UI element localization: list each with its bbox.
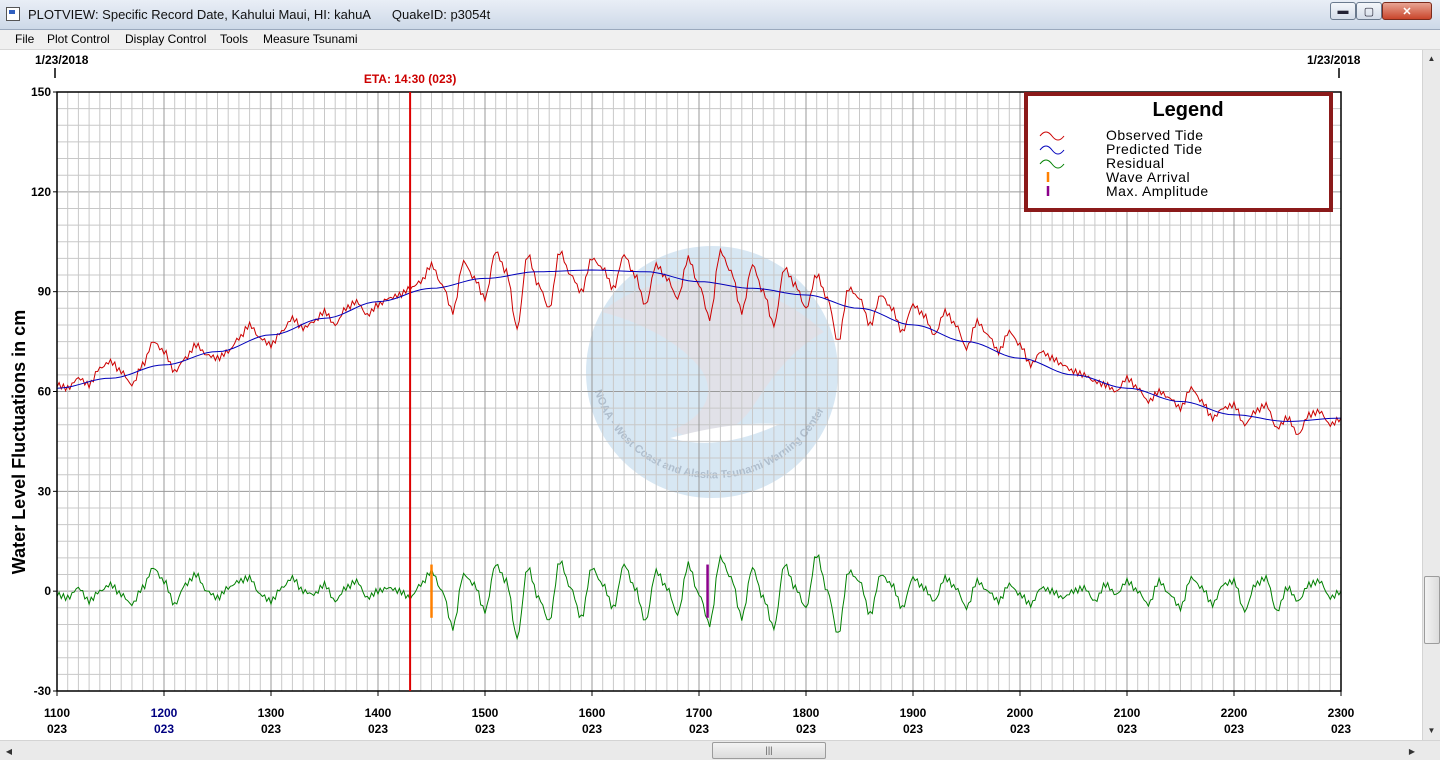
y-tick-label: 150 — [31, 85, 51, 99]
maximize-button[interactable]: ▢ — [1356, 2, 1382, 20]
menu-tools[interactable]: Tools — [220, 32, 248, 46]
x-tick-day: 023 — [154, 722, 174, 736]
x-tick-day: 023 — [475, 722, 495, 736]
y-axis-label: Water Level Fluctuations in cm — [9, 310, 29, 574]
x-tick-day: 023 — [689, 722, 709, 736]
window-titlebar: PLOTVIEW: Specific Record Date, Kahului … — [0, 0, 1440, 30]
menu-plot-control[interactable]: Plot Control — [47, 32, 110, 46]
x-tick-time: 1400 — [365, 706, 392, 720]
y-tick-label: 90 — [38, 285, 52, 299]
x-tick-day: 023 — [1331, 722, 1351, 736]
tide-chart[interactable]: NOAA - West Coast and Alaska Tsunami War… — [0, 50, 1422, 740]
menu-bar: File Plot Control Display Control Tools … — [0, 30, 1440, 50]
legend: Legend Observed TidePredicted TideResidu… — [1024, 92, 1333, 212]
x-tick-time: 2000 — [1007, 706, 1034, 720]
menu-display-control[interactable]: Display Control — [125, 32, 206, 46]
minimize-icon: ▬ — [1337, 5, 1349, 17]
x-tick-day: 023 — [1010, 722, 1030, 736]
legend-title: Legend — [1152, 99, 1223, 121]
scroll-up-icon[interactable]: ▲ — [1423, 50, 1440, 66]
window-title: PLOTVIEW: Specific Record Date, Kahului … — [28, 7, 491, 22]
maximize-icon: ▢ — [1363, 5, 1375, 18]
menu-file[interactable]: File — [15, 32, 34, 46]
x-tick-time: 1100 — [44, 706, 70, 720]
x-tick-day: 023 — [47, 722, 67, 736]
x-tick-day: 023 — [582, 722, 602, 736]
vertical-scrollbar[interactable]: ▲ ▼ — [1422, 50, 1440, 740]
close-icon: ✕ — [1402, 5, 1412, 18]
scroll-right-icon[interactable]: ▶ — [1404, 743, 1420, 759]
x-tick-day: 023 — [903, 722, 923, 736]
x-tick-time: 2300 — [1328, 706, 1355, 720]
plot-area: NOAA - West Coast and Alaska Tsunami War… — [0, 50, 1422, 740]
x-tick-time: 1700 — [686, 706, 713, 720]
x-tick-time: 1500 — [472, 706, 499, 720]
scroll-down-icon[interactable]: ▼ — [1423, 722, 1440, 738]
scroll-left-icon[interactable]: ◀ — [1, 743, 17, 759]
app-icon[interactable] — [6, 7, 20, 21]
x-tick-day: 023 — [1117, 722, 1137, 736]
x-tick-time: 1800 — [793, 706, 820, 720]
x-tick-day: 023 — [368, 722, 388, 736]
menu-measure-tsunami[interactable]: Measure Tsunami — [263, 32, 358, 46]
date-right: 1/23/2018 — [1307, 53, 1361, 67]
y-tick-label: 60 — [38, 385, 52, 399]
x-tick-time: 1300 — [258, 706, 285, 720]
y-tick-label: -30 — [34, 684, 52, 698]
x-tick-day: 023 — [796, 722, 816, 736]
x-tick-day: 023 — [261, 722, 281, 736]
y-tick-label: 30 — [38, 484, 52, 498]
x-tick-time: 2200 — [1221, 706, 1248, 720]
x-tick-time: 1600 — [579, 706, 606, 720]
legend-item-label: Max. Amplitude — [1106, 183, 1209, 199]
x-tick-time: 2100 — [1114, 706, 1141, 720]
y-tick-label: 120 — [31, 185, 51, 199]
date-left: 1/23/2018 — [35, 53, 89, 67]
x-tick-day: 023 — [1224, 722, 1244, 736]
minimize-button[interactable]: ▬ — [1330, 2, 1356, 20]
close-button[interactable]: ✕ — [1382, 2, 1432, 20]
x-tick-time: 1900 — [900, 706, 927, 720]
eta-label: ETA: 14:30 (023) — [364, 72, 456, 86]
x-tick-time: 1200 — [151, 706, 178, 720]
horizontal-scroll-thumb[interactable]: ||| — [712, 742, 826, 759]
horizontal-scrollbar[interactable]: ◀ ||| ▶ — [0, 740, 1440, 760]
y-tick-label: 0 — [44, 584, 51, 598]
vertical-scroll-thumb[interactable] — [1424, 576, 1440, 644]
